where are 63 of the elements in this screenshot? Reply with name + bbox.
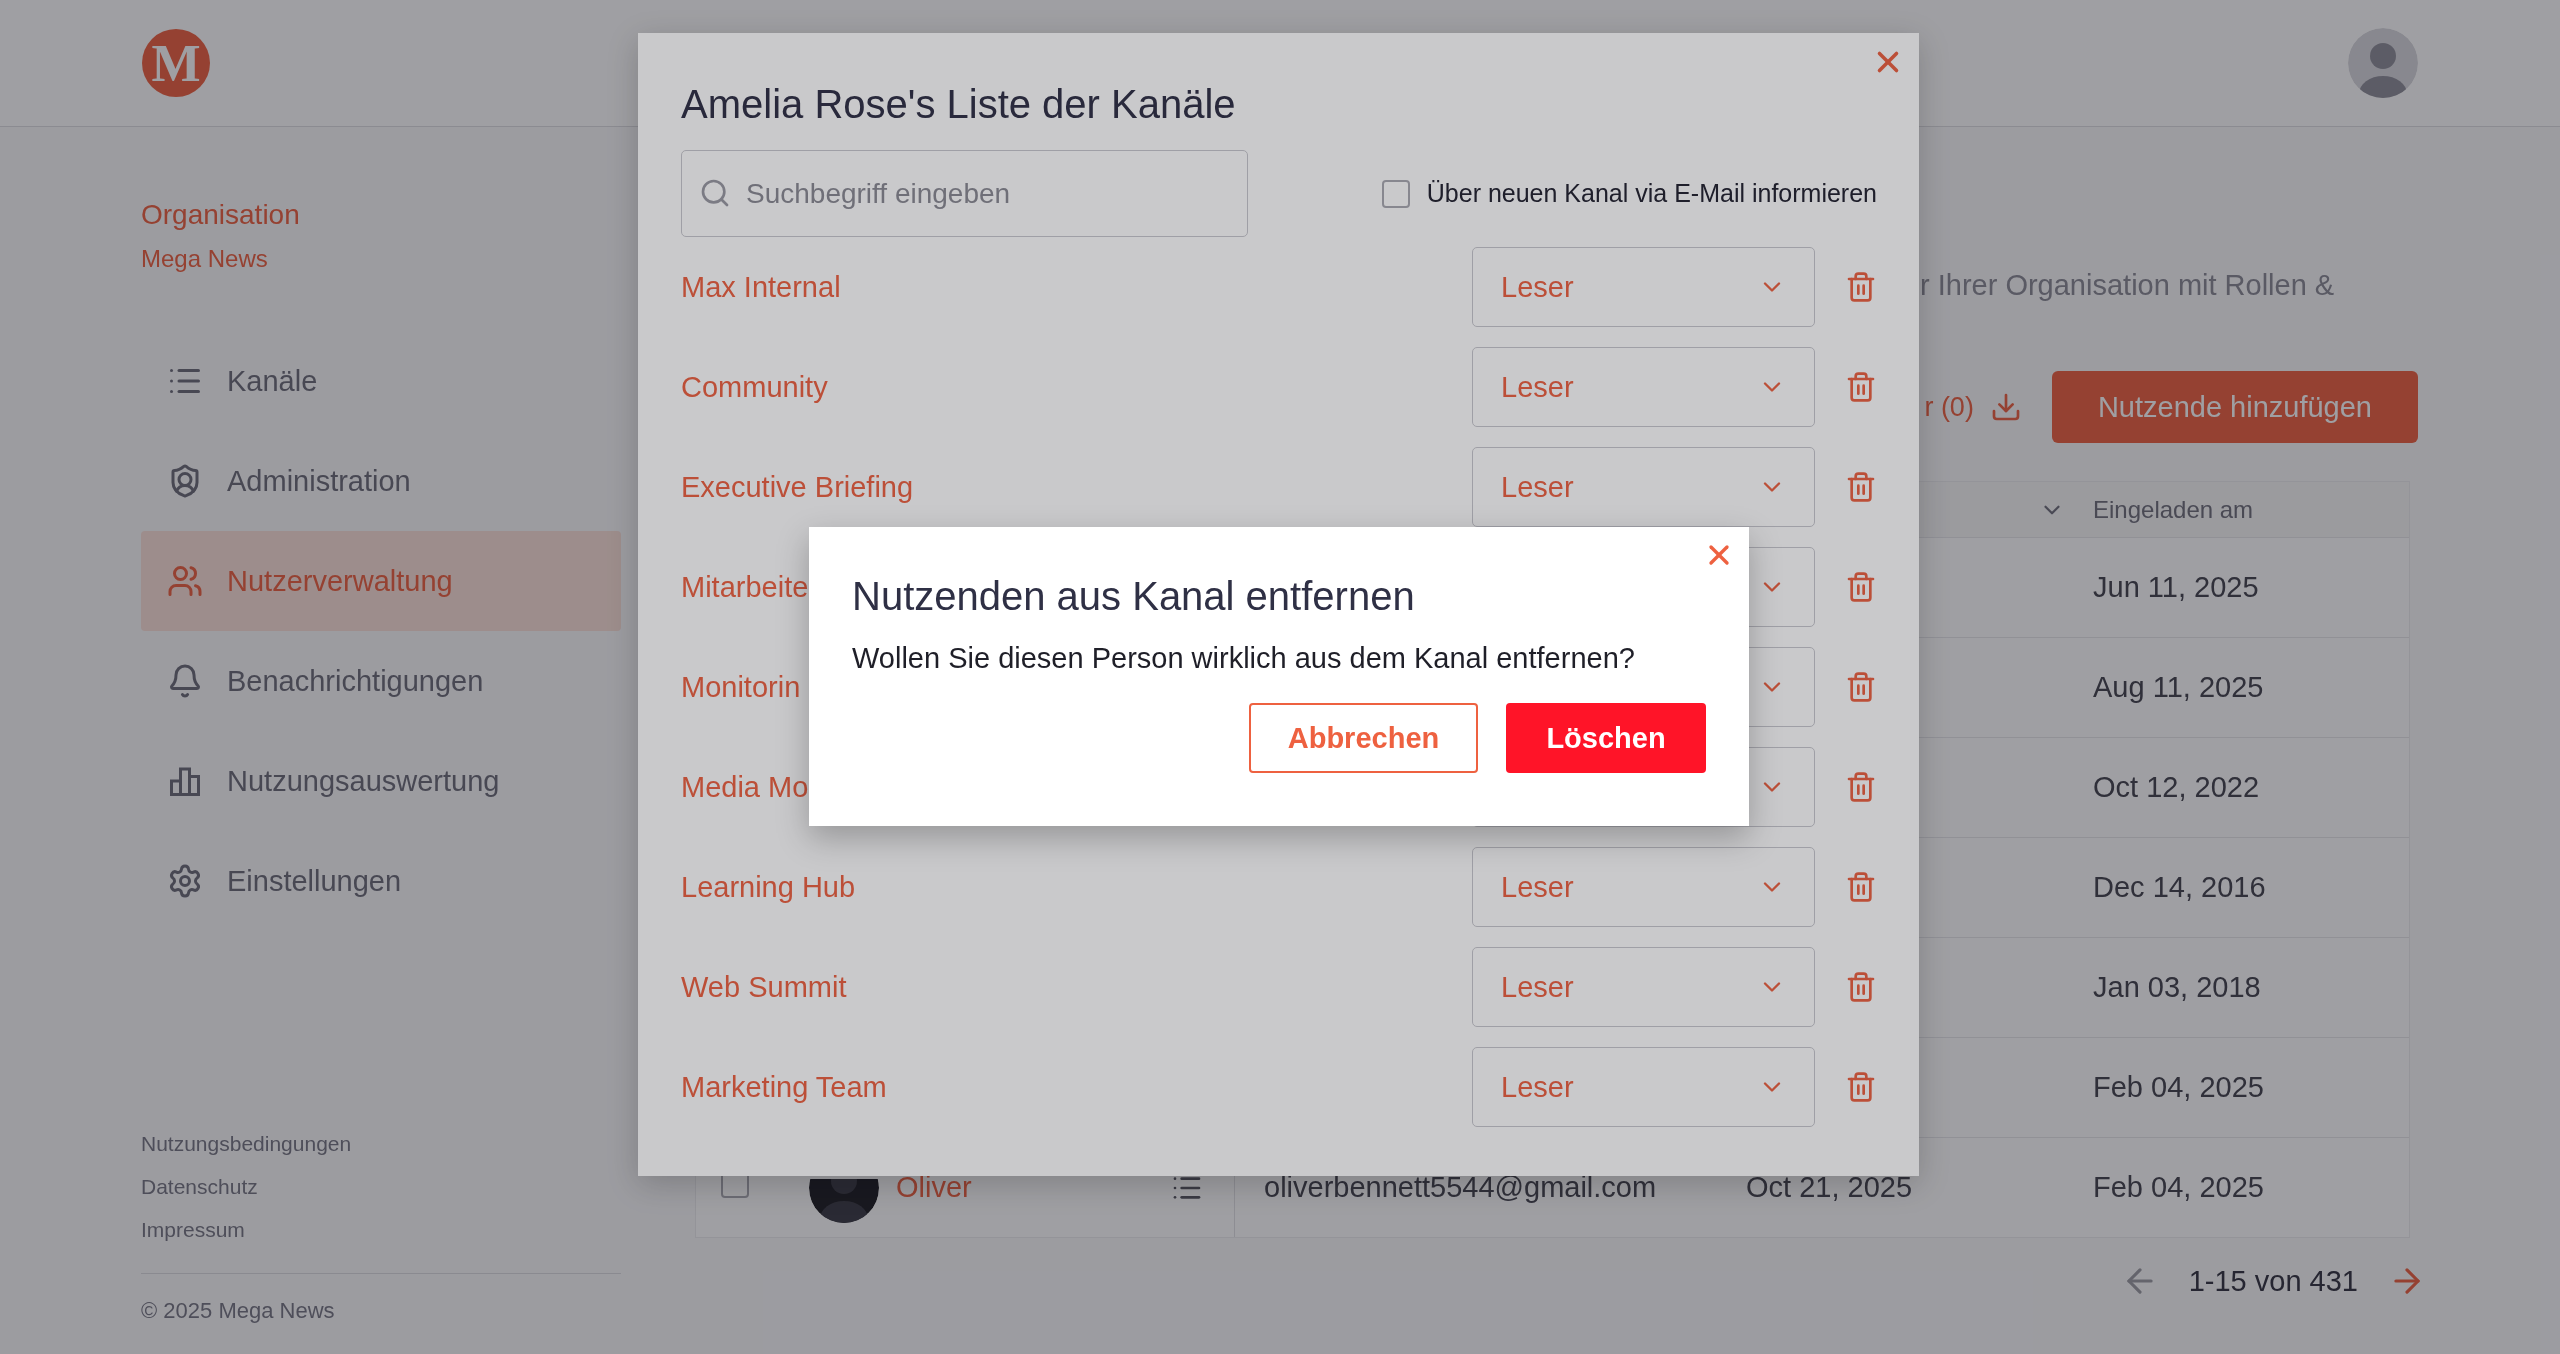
delete-button[interactable] [1845,971,1877,1003]
logo[interactable]: M [142,29,210,97]
table-cell-text: Feb 04, 2025 [2093,1071,2265,1104]
table-cell-text: Oct 12, 2022 [2093,771,2261,804]
notify-label: Über neuen Kanal via E-Mail informieren [1426,179,1877,208]
table-cell-text: Jan 03, 2018 [2093,971,2262,1004]
users-icon [167,563,203,599]
dialog-title: Amelia Rose's Liste der Kanäle [681,81,1237,128]
filter-link[interactable]: r (0) [1924,391,1974,423]
channel-name[interactable]: Community [681,370,828,404]
role-select[interactable]: Leser [1472,447,1815,527]
role-select[interactable]: Leser [1472,247,1815,327]
column-header[interactable]: Eingeladen am [2093,495,2409,524]
channel-name[interactable]: Mitarbeite [681,570,809,604]
table-cell-text: Dec 14, 2016 [2093,871,2267,904]
table-cell-text: Jun 11, 2025 [2093,571,2260,604]
sidebar-item[interactable]: Einstellungen [141,831,621,931]
sidebar-item[interactable]: Nutzungsauswertung [141,731,621,831]
settings-icon [167,863,203,899]
delete-button[interactable] [1845,671,1877,703]
sidebar-item[interactable]: Nutzerverwaltung [141,531,621,631]
role-select[interactable]: Leser [1472,347,1815,427]
delete-button[interactable] [1845,471,1877,503]
description-text: r Ihrer Organisation mit Rollen & [1920,268,2336,303]
footer-link[interactable]: Nutzungsbedingungen [141,1122,621,1165]
bell-icon [167,663,203,699]
delete-confirm-button[interactable]: Löschen [1506,703,1706,773]
role-select[interactable]: Leser [1472,947,1815,1027]
channel-name[interactable]: Max Internal [681,270,841,304]
delete-button[interactable] [1845,371,1877,403]
channel-name[interactable]: Web Summit [681,970,847,1004]
table-cell-text: Aug 11, 2025 [2093,671,2265,704]
copyright-text: © 2025 Mega News [141,1298,336,1324]
organisation-label: Organisation [141,199,301,231]
organisation-name: Mega News [141,245,269,273]
role-select[interactable]: Leser [1472,847,1815,927]
delete-button[interactable] [1845,1071,1877,1103]
avatar-icon[interactable] [2348,28,2418,98]
table-cell-text: Feb 04, 2025 [2093,1171,2265,1204]
channel-name[interactable]: Learning Hub [681,870,856,904]
delete-button[interactable] [1845,771,1877,803]
cancel-button[interactable]: Abbrechen [1249,703,1478,773]
role-select[interactable]: Leser [1472,1047,1815,1127]
table-cell-text: Oct 21, 2025 [1746,1171,1914,1204]
search-icon [699,177,731,209]
dialog-message: Wollen Sie diesen Person wirklich aus dem Kanal entfernen? [852,642,1636,675]
search-field[interactable]: Suchbegriff eingeben [681,150,1248,237]
channel-name[interactable]: Executive Briefing [681,470,914,504]
sidebar-item[interactable]: Benachrichtigungen [141,631,621,731]
footer-link[interactable]: Datenschutz [141,1165,621,1208]
add-users-button[interactable]: Nutzende hinzufügen [2051,371,2418,443]
channel-name[interactable]: Marketing Team [681,1070,887,1104]
delete-button[interactable] [1845,871,1877,903]
channel-name[interactable]: Monitorin [681,670,801,704]
sidebar-item[interactable]: Kanäle [141,331,621,431]
notify-checkbox[interactable] [1381,179,1410,208]
page-range: 1-15 von 431 [2188,1264,2358,1298]
delete-button[interactable] [1845,571,1877,603]
channel-name[interactable]: Media Mo [681,770,809,804]
delete-button[interactable] [1845,271,1877,303]
dialog-title: Nutzenden aus Kanal entfernen [852,573,1416,620]
footer-link[interactable]: Impressum [141,1208,621,1251]
sidebar-item[interactable]: Administration [141,431,621,531]
